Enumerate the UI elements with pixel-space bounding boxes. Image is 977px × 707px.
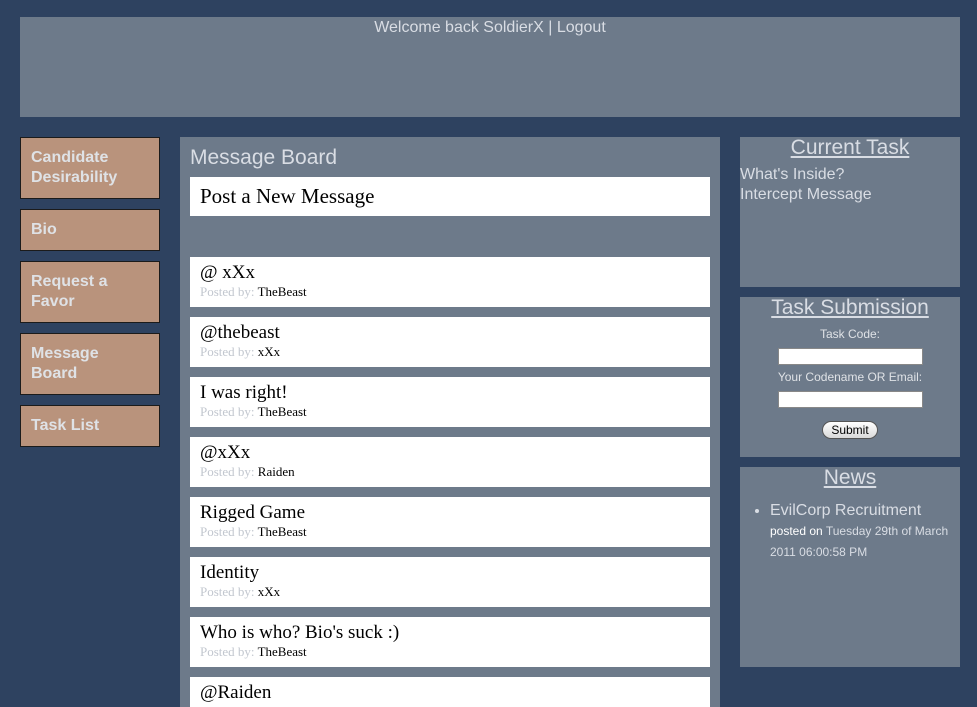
posted-by-label: Posted by: xyxy=(200,344,255,359)
message-meta: Posted by: xXx xyxy=(200,345,700,359)
message-title[interactable]: Identity xyxy=(200,561,700,585)
message-item[interactable]: Who is who? Bio's suck :) Posted by: The… xyxy=(190,617,710,667)
message-title[interactable]: @ xXx xyxy=(200,261,700,285)
posted-by-label: Posted by: xyxy=(200,284,255,299)
message-meta: Posted by: TheBeast xyxy=(200,405,700,419)
task-code-label: Task Code: xyxy=(819,327,881,341)
message-title[interactable]: @xXx xyxy=(200,441,700,465)
news-item-title[interactable]: EvilCorp Recruitment xyxy=(770,502,921,519)
posted-by-label: Posted by: xyxy=(200,524,255,539)
posted-by-label: Posted by: xyxy=(200,644,255,659)
message-meta: Posted by: Raiden xyxy=(200,465,700,479)
message-meta: Posted by: TheBeast xyxy=(200,525,700,539)
post-new-message-button[interactable]: Post a New Message xyxy=(190,177,710,216)
posted-on-label: posted on xyxy=(770,524,823,538)
sidebar-item-message-board[interactable]: Message Board xyxy=(20,333,160,395)
header-banner: Welcome back SoldierX | Logout xyxy=(20,17,960,117)
message-item[interactable]: @Raiden xyxy=(190,677,710,707)
posted-by-label: Posted by: xyxy=(200,464,255,479)
message-author: TheBeast xyxy=(257,284,307,299)
sidebar-item-candidate-desirability[interactable]: Candidate Desirability xyxy=(20,137,160,199)
message-item[interactable]: @ xXx Posted by: TheBeast xyxy=(190,257,710,307)
message-title[interactable]: @Raiden xyxy=(200,681,700,705)
current-task-panel: Current Task What's Inside? Intercept Me… xyxy=(740,137,960,287)
page-title: Message Board xyxy=(190,146,338,169)
message-title[interactable]: @thebeast xyxy=(200,321,700,345)
sidebar-item-bio[interactable]: Bio xyxy=(20,209,160,251)
message-item[interactable]: @xXx Posted by: Raiden xyxy=(190,437,710,487)
task-link-intercept-message[interactable]: Intercept Message xyxy=(740,185,960,205)
message-author: TheBeast xyxy=(257,644,307,659)
task-code-input[interactable] xyxy=(777,348,923,365)
message-meta: Posted by: TheBeast xyxy=(200,285,700,299)
news-item: EvilCorp Recruitment posted on Tuesday 2… xyxy=(770,501,960,563)
current-task-heading[interactable]: Current Task xyxy=(740,137,960,159)
welcome-line: Welcome back SoldierX | Logout xyxy=(20,19,960,37)
news-list: EvilCorp Recruitment posted on Tuesday 2… xyxy=(740,501,960,563)
news-panel: News EvilCorp Recruitment posted on Tues… xyxy=(740,467,960,667)
message-item[interactable]: Rigged Game Posted by: TheBeast xyxy=(190,497,710,547)
logout-link[interactable]: Logout xyxy=(557,19,606,36)
message-item[interactable]: I was right! Posted by: TheBeast xyxy=(190,377,710,427)
posted-by-label: Posted by: xyxy=(200,404,255,419)
message-author: xXx xyxy=(257,344,281,359)
message-author: Raiden xyxy=(257,464,295,479)
message-title[interactable]: Rigged Game xyxy=(200,501,700,525)
message-author: TheBeast xyxy=(257,404,307,419)
message-author: TheBeast xyxy=(257,524,307,539)
codename-label: Your Codename OR Email: xyxy=(777,370,923,384)
news-posted-line: posted on Tuesday 29th of March 2011 06:… xyxy=(770,521,960,563)
task-link-whats-inside[interactable]: What's Inside? xyxy=(740,165,960,185)
task-submission-panel: Task Submission Task Code: Your Codename… xyxy=(740,297,960,457)
sidebar-item-request-a-favor[interactable]: Request a Favor xyxy=(20,261,160,323)
message-title[interactable]: Who is who? Bio's suck :) xyxy=(200,621,700,645)
message-item[interactable]: Identity Posted by: xXx xyxy=(190,557,710,607)
task-submission-heading[interactable]: Task Submission xyxy=(740,297,960,319)
submit-button[interactable]: Submit xyxy=(822,421,878,439)
sidebar-nav: Candidate Desirability Bio Request a Fav… xyxy=(20,137,160,457)
sidebar-item-task-list[interactable]: Task List xyxy=(20,405,160,447)
message-item[interactable]: @thebeast Posted by: xXx xyxy=(190,317,710,367)
message-list: @ xXx Posted by: TheBeast @thebeast Post… xyxy=(190,257,710,707)
header-separator: | xyxy=(543,19,557,36)
message-author: xXx xyxy=(257,584,281,599)
codename-email-input[interactable] xyxy=(777,391,923,408)
message-meta: Posted by: xXx xyxy=(200,585,700,599)
posted-by-label: Posted by: xyxy=(200,584,255,599)
news-heading[interactable]: News xyxy=(740,467,960,489)
message-board-panel: Message Board Post a New Message @ xXx P… xyxy=(180,137,720,707)
current-task-list: What's Inside? Intercept Message xyxy=(740,165,960,205)
message-title[interactable]: I was right! xyxy=(200,381,700,405)
message-meta: Posted by: TheBeast xyxy=(200,645,700,659)
welcome-text: Welcome back SoldierX xyxy=(374,19,544,36)
